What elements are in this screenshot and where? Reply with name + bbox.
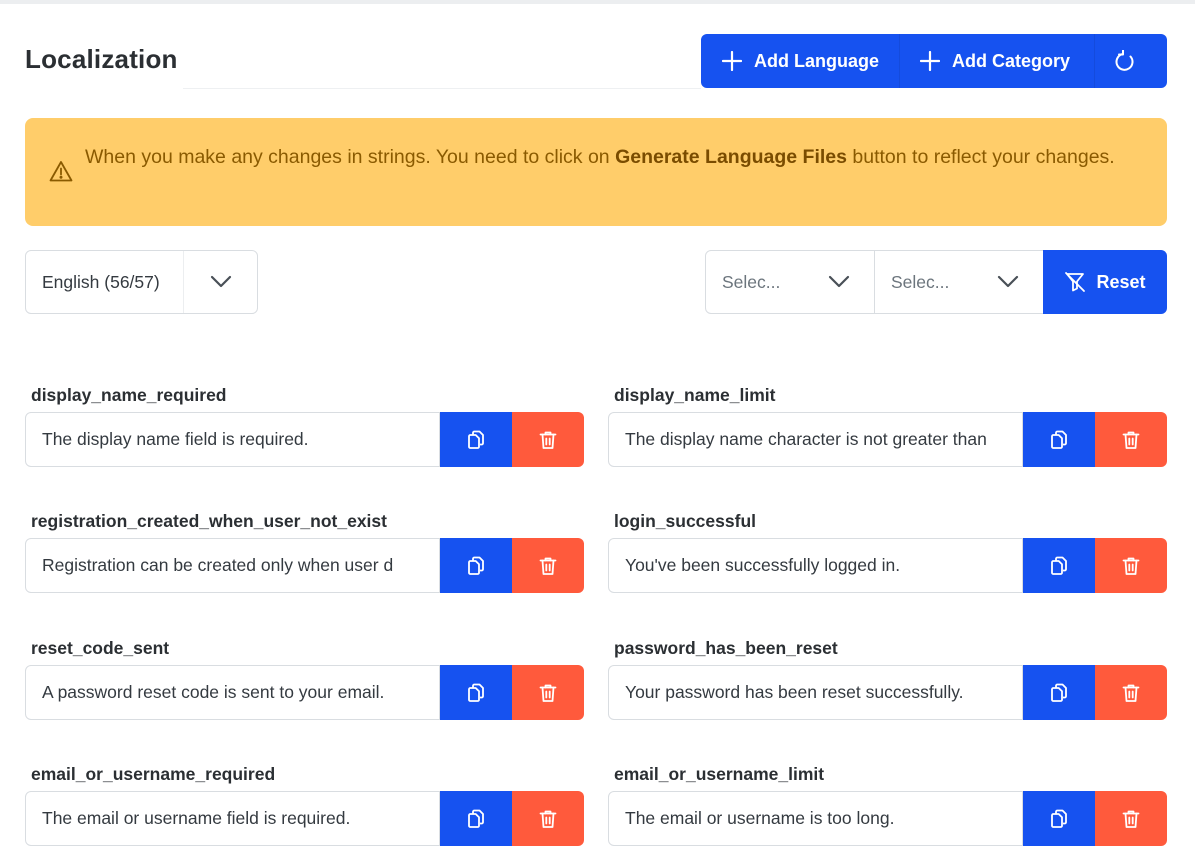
copy-icon (1051, 556, 1067, 575)
add-category-label: Add Category (952, 50, 1071, 71)
copy-button[interactable] (1023, 538, 1095, 593)
delete-button[interactable] (1095, 538, 1167, 593)
trash-icon (1122, 810, 1140, 828)
trash-icon (539, 684, 557, 702)
string-value-input[interactable]: You've been successfully logged in. (608, 538, 1023, 593)
language-select-toggle[interactable] (184, 275, 257, 289)
copy-icon (1051, 683, 1067, 702)
string-value-input[interactable]: The display name character is not greate… (608, 412, 1023, 467)
chevron-down-icon (828, 275, 850, 288)
trash-icon (539, 431, 557, 449)
copy-button[interactable] (1023, 791, 1095, 846)
string-key-label: email_or_username_required (31, 764, 276, 784)
string-input-row: Your password has been reset successfull… (608, 665, 1167, 720)
add-language-label: Add Language (754, 50, 879, 71)
string-value-input[interactable]: Registration can be created only when us… (25, 538, 440, 593)
string-input-row: You've been successfully logged in. (608, 538, 1167, 593)
string-input-row: The display name field is required. (25, 412, 584, 467)
string-key-label: email_or_username_limit (614, 764, 825, 784)
copy-icon (468, 683, 484, 702)
trash-icon (1122, 431, 1140, 449)
refresh-icon (1115, 50, 1134, 71)
trash-icon (1122, 684, 1140, 702)
title-divider (183, 88, 701, 89)
string-value-input[interactable]: The email or username field is required. (25, 791, 440, 846)
string-input-row: A password reset code is sent to your em… (25, 665, 584, 720)
trash-icon (539, 810, 557, 828)
trash-icon (539, 557, 557, 575)
copy-button[interactable] (440, 791, 512, 846)
filter-placeholder: Selec... (722, 271, 781, 292)
filter-off-icon (1065, 272, 1086, 292)
delete-button[interactable] (512, 412, 584, 467)
plus-icon (722, 51, 742, 71)
language-select[interactable]: English (56/57) (25, 250, 258, 314)
copy-button[interactable] (440, 538, 512, 593)
copy-icon (468, 556, 484, 575)
warning-triangle-icon (49, 161, 73, 182)
add-language-button[interactable]: Add Language (701, 34, 900, 88)
copy-button[interactable] (440, 665, 512, 720)
string-input-row: The email or username field is required. (25, 791, 584, 846)
delete-button[interactable] (1095, 665, 1167, 720)
filter-placeholder: Selec... (891, 271, 950, 292)
add-category-button[interactable]: Add Category (900, 34, 1095, 88)
copy-button[interactable] (1023, 665, 1095, 720)
refresh-button[interactable] (1095, 34, 1167, 88)
chevron-down-icon (210, 275, 231, 288)
header-action-group: Add Language Add Category (701, 34, 1167, 88)
string-key-label: login_successful (614, 511, 756, 531)
delete-button[interactable] (1095, 791, 1167, 846)
warning-alert: When you make any changes in strings. Yo… (25, 118, 1167, 226)
delete-button[interactable] (512, 665, 584, 720)
string-value-input[interactable]: The display name field is required. (25, 412, 440, 467)
string-input-row: Registration can be created only when us… (25, 538, 584, 593)
delete-button[interactable] (1095, 412, 1167, 467)
string-value-input[interactable]: The email or username is too long. (608, 791, 1023, 846)
delete-button[interactable] (512, 538, 584, 593)
alert-message: When you make any changes in strings. Yo… (85, 142, 1155, 172)
alert-bold-text: Generate Language Files (615, 146, 847, 168)
copy-icon (468, 430, 484, 449)
string-value-input[interactable]: Your password has been reset successfull… (608, 665, 1023, 720)
string-input-row: The display name character is not greate… (608, 412, 1167, 467)
category-filter-select[interactable]: Selec... (705, 250, 875, 314)
language-select-value: English (56/57) (26, 251, 184, 313)
string-input-row: The email or username is too long. (608, 791, 1167, 846)
string-key-label: registration_created_when_user_not_exist (31, 511, 387, 531)
reset-label: Reset (1096, 271, 1146, 292)
trash-icon (1122, 557, 1140, 575)
string-key-label: display_name_required (31, 385, 227, 405)
string-key-label: password_has_been_reset (614, 638, 838, 658)
alert-text: When you make any changes in strings. Yo… (85, 146, 616, 168)
page-title: Localization (25, 44, 178, 74)
copy-button[interactable] (1023, 412, 1095, 467)
copy-icon (1051, 430, 1067, 449)
status-filter-select[interactable]: Selec... (874, 250, 1044, 314)
chevron-down-icon (997, 275, 1019, 288)
copy-icon (468, 809, 484, 828)
copy-button[interactable] (440, 412, 512, 467)
top-border (0, 0, 1195, 4)
string-key-label: display_name_limit (614, 385, 776, 405)
string-value-input[interactable]: A password reset code is sent to your em… (25, 665, 440, 720)
alert-text-end: button to reflect your changes. (846, 146, 1115, 168)
reset-filters-button[interactable]: Reset (1043, 250, 1167, 314)
copy-icon (1051, 809, 1067, 828)
string-key-label: reset_code_sent (31, 638, 170, 658)
plus-icon (920, 51, 940, 71)
delete-button[interactable] (512, 791, 584, 846)
